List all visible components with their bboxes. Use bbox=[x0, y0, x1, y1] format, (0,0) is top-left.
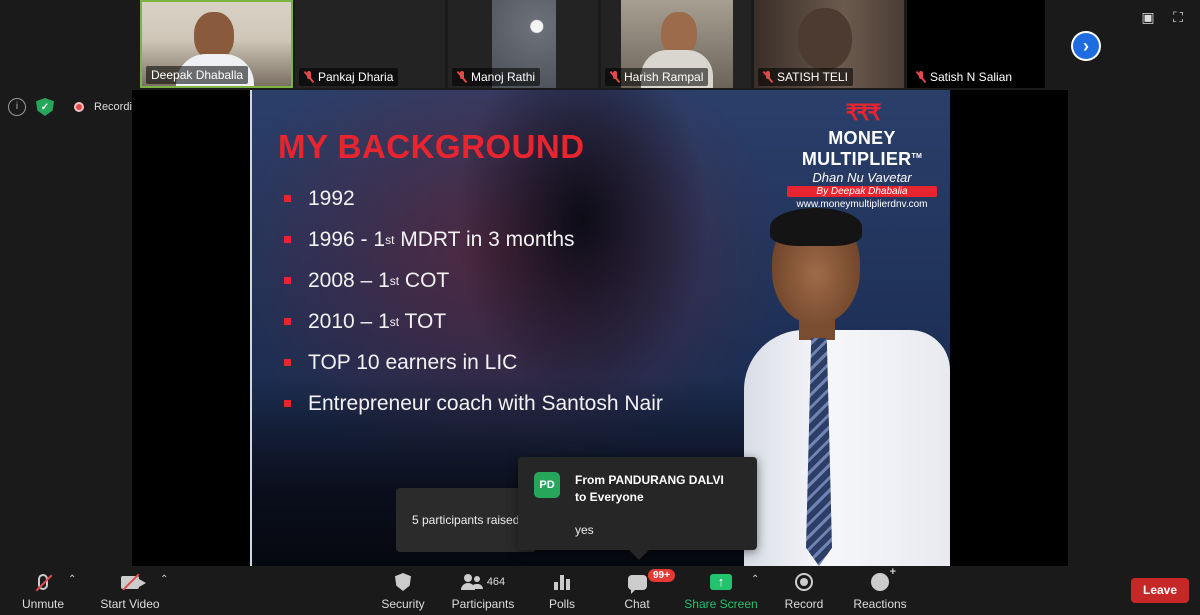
encryption-shield-icon[interactable]: ✓ bbox=[36, 98, 54, 116]
meeting-status-bar: i ✓ Recording bbox=[8, 98, 144, 116]
logo-tagline: Dhan Nu Vavetar bbox=[812, 170, 912, 185]
record-icon bbox=[795, 573, 813, 591]
raised-hands-notification[interactable]: 5 participants raised bbox=[396, 488, 536, 552]
view-controls: ▣ ⛶ bbox=[1140, 9, 1186, 25]
raised-hands-text: 5 participants raised bbox=[412, 513, 520, 527]
mic-muted-icon bbox=[457, 71, 467, 83]
participant-name: SATISH TELI bbox=[758, 68, 853, 86]
share-screen-icon: ↑ bbox=[710, 574, 732, 590]
gallery-next-page-button[interactable]: › bbox=[1071, 31, 1101, 61]
leave-meeting-button[interactable]: Leave bbox=[1131, 578, 1189, 603]
emoji-reaction-icon bbox=[871, 566, 896, 591]
zoom-meeting-window: Deepak Dhaballa Pankaj Dharia Manoj Rath… bbox=[0, 0, 1200, 615]
slide-bullet: 1996 - 1st MDRT in 3 months bbox=[284, 219, 663, 260]
participant-name: Deepak Dhaballa bbox=[146, 66, 249, 84]
reactions-button[interactable]: Reactions bbox=[850, 566, 910, 614]
bullet-square-icon bbox=[284, 318, 291, 325]
avatar: PD bbox=[534, 472, 560, 498]
audio-options-caret[interactable]: ⌃ bbox=[68, 574, 76, 585]
bullet-square-icon bbox=[284, 359, 291, 366]
logo-brand-name: MONEY MULTIPLIER bbox=[801, 128, 912, 169]
fullscreen-icon[interactable]: ⛶ bbox=[1170, 9, 1186, 25]
participant-tile[interactable]: Pankaj Dharia bbox=[295, 0, 445, 88]
polls-button[interactable]: Polls bbox=[542, 570, 582, 614]
participant-tile[interactable]: Satish N Salian bbox=[907, 0, 1045, 88]
participant-tile[interactable]: Deepak Dhaballa bbox=[140, 0, 293, 88]
slide-bullet: TOP 10 earners in LIC bbox=[284, 342, 663, 383]
rupee-icons: ₹₹₹ bbox=[845, 100, 882, 125]
slide-title: MY BACKGROUND bbox=[278, 128, 585, 165]
bullet-square-icon bbox=[284, 195, 291, 202]
record-button[interactable]: Record bbox=[782, 570, 826, 614]
participant-tile[interactable]: Manoj Rathi bbox=[448, 0, 598, 88]
participants-icon bbox=[460, 574, 483, 590]
participants-button[interactable]: 464 Participants bbox=[448, 570, 518, 614]
participant-name: Satish N Salian bbox=[911, 68, 1018, 86]
mic-muted-icon bbox=[304, 71, 314, 83]
shield-icon bbox=[395, 573, 411, 591]
slide-bullet: Entrepreneur coach with Santosh Nair bbox=[284, 383, 663, 424]
chevron-right-icon: › bbox=[1073, 33, 1099, 59]
participant-tile[interactable]: SATISH TELI bbox=[754, 0, 904, 88]
security-button[interactable]: Security bbox=[376, 570, 430, 614]
chat-sender: From PANDURANG DALVI to Everyone bbox=[575, 473, 724, 504]
slide-bullet-list: 1992 1996 - 1st MDRT in 3 months 2008 – … bbox=[284, 178, 663, 424]
view-layout-icon[interactable]: ▣ bbox=[1140, 9, 1156, 25]
chat-unread-badge: 99+ bbox=[648, 569, 675, 582]
slide-bullet: 2010 – 1st TOT bbox=[284, 301, 663, 342]
recording-dot-icon bbox=[74, 102, 84, 112]
participant-name: Pankaj Dharia bbox=[299, 68, 399, 86]
chat-message-text: yes bbox=[575, 523, 594, 537]
microphone-muted-icon bbox=[35, 574, 53, 592]
share-options-caret[interactable]: ⌃ bbox=[751, 574, 759, 585]
chat-message-popup[interactable]: PD From PANDURANG DALVI to Everyone yes bbox=[518, 457, 757, 560]
chat-button[interactable]: 99+ Chat bbox=[617, 569, 675, 614]
bullet-square-icon bbox=[284, 400, 291, 407]
trademark-mark: TM bbox=[911, 153, 923, 160]
participants-count: 464 bbox=[486, 576, 506, 588]
mic-muted-icon bbox=[916, 71, 926, 83]
participant-name: Manoj Rathi bbox=[452, 68, 541, 86]
unmute-button[interactable]: Unmute bbox=[14, 570, 72, 614]
participant-tile[interactable]: Harish Rampal bbox=[601, 0, 751, 88]
polls-bar-icon bbox=[554, 574, 570, 590]
money-multiplier-logo: ₹₹₹ MONEY MULTIPLIERTM Dhan Nu Vavetar B… bbox=[772, 100, 950, 210]
participant-name: Harish Rampal bbox=[605, 68, 709, 86]
slide-bullet: 2008 – 1st COT bbox=[284, 260, 663, 301]
bullet-square-icon bbox=[284, 277, 291, 284]
presenter-photo bbox=[744, 208, 950, 566]
participant-gallery: Deepak Dhaballa Pankaj Dharia Manoj Rath… bbox=[140, 0, 1045, 89]
mic-muted-icon bbox=[763, 71, 773, 83]
start-video-button[interactable]: Start Video bbox=[94, 570, 166, 614]
meeting-toolbar: Unmute ⌃ Start Video ⌃ Security 464 Part… bbox=[0, 566, 1200, 615]
bullet-square-icon bbox=[284, 236, 291, 243]
video-options-caret[interactable]: ⌃ bbox=[160, 574, 168, 585]
logo-byline: By Deepak Dhabalia bbox=[787, 186, 937, 197]
video-camera-off-icon bbox=[121, 573, 146, 590]
slide-bullet: 1992 bbox=[284, 178, 663, 219]
mic-muted-icon bbox=[610, 71, 620, 83]
info-icon[interactable]: i bbox=[8, 98, 26, 116]
chat-bubble-icon bbox=[627, 574, 647, 594]
share-screen-button[interactable]: ↑ Share Screen bbox=[684, 570, 758, 614]
